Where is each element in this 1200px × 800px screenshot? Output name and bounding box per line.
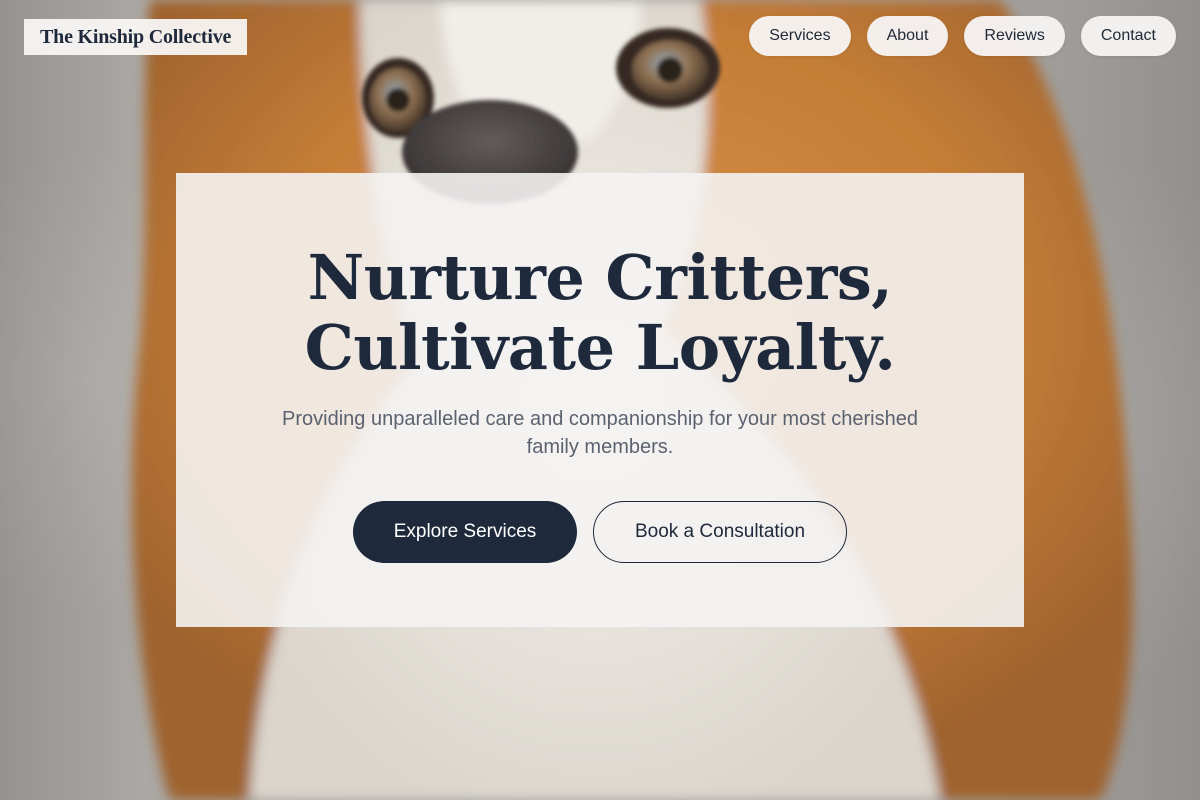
nav-item-contact[interactable]: Contact xyxy=(1080,16,1176,56)
nav-item-label: Reviews xyxy=(984,27,1045,44)
nav-item-label: About xyxy=(886,27,929,44)
nav-item-reviews[interactable]: Reviews xyxy=(964,16,1065,56)
brand-name: The Kinship Collective xyxy=(40,25,232,48)
explore-services-label: Explore Services xyxy=(393,521,537,542)
hero-title: Nurture Critters, Cultivate Loyalty. xyxy=(176,243,1024,383)
nav-item-label: Contact xyxy=(1100,27,1156,44)
nav-item-label: Services xyxy=(769,27,831,44)
hero-title-line-1: Nurture Critters, xyxy=(307,241,893,314)
hero-title-line-2: Cultivate Loyalty. xyxy=(304,311,896,384)
nav-item-services[interactable]: Services xyxy=(749,16,851,56)
hero-cta-row: Explore Services Book a Consultation xyxy=(176,501,1024,563)
book-consultation-button[interactable]: Book a Consultation xyxy=(593,501,847,563)
brand-logo[interactable]: The Kinship Collective xyxy=(24,19,248,55)
main-nav: Services About Reviews Contact xyxy=(749,16,1176,56)
explore-services-button[interactable]: Explore Services xyxy=(353,501,577,563)
book-consultation-label: Book a Consultation xyxy=(634,521,806,542)
hero-card: Nurture Critters, Cultivate Loyalty. Pro… xyxy=(176,173,1024,627)
nav-item-about[interactable]: About xyxy=(866,16,949,56)
hero-subtitle: Providing unparalleled care and companio… xyxy=(282,408,918,458)
